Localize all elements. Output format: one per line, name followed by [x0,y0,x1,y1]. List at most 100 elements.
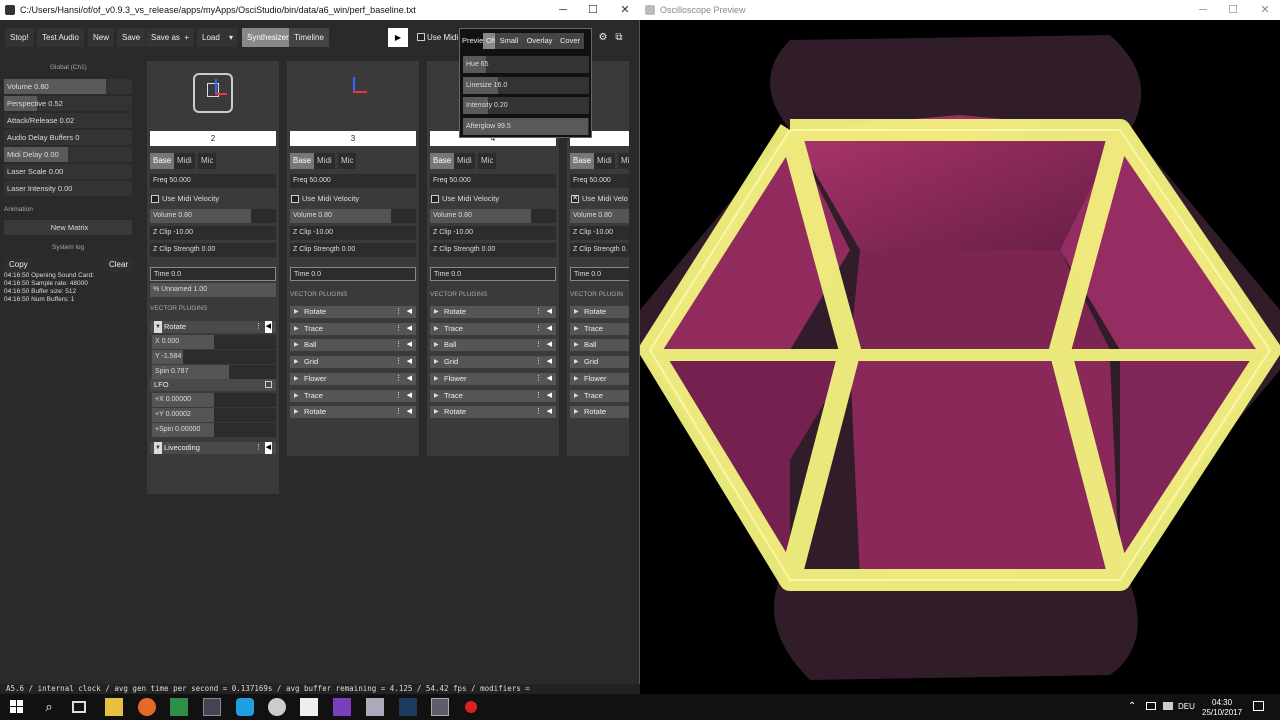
tab-mic[interactable]: Mic [478,153,497,169]
preview-slider[interactable]: Linesize 16.0 [463,76,589,94]
plugin-trace[interactable]: ▶Trace⋮◀ [570,389,629,402]
use-midi-checkbox[interactable] [417,33,425,41]
save-as-button[interactable]: Save as + [146,28,194,47]
volume-slider[interactable]: Volume 0.80 [570,209,629,223]
channel-number[interactable]: 2 [150,131,276,146]
freq-slider[interactable]: Freq 50.000 [570,174,629,188]
zclip-slider[interactable]: Z Clip -10.00 [290,226,416,240]
plugin-ball[interactable]: ▶Ball⋮◀ [430,339,556,352]
menu-dots-icon[interactable]: ⋮ [535,339,542,351]
sidebar-slider[interactable]: Attack/Release 0.02 [4,113,132,128]
collapse-arrow-icon[interactable]: ◀ [547,323,552,335]
menu-dots-icon[interactable]: ⋮ [535,373,542,385]
collapse-arrow-icon[interactable]: ◀ [547,406,552,418]
expand-triangle-icon[interactable]: ▶ [574,390,579,402]
plugin-rotate[interactable]: ▶Rotate⋮◀ [430,306,556,318]
plugin-rotate[interactable]: ▶Rotate⋮◀ [570,406,629,419]
tab-base[interactable]: Base [570,153,595,169]
plugin-flower[interactable]: ▶Flower⋮◀ [570,372,629,385]
steam-icon[interactable] [399,698,417,716]
expand-triangle-icon[interactable]: ▶ [574,306,579,318]
expand-triangle-icon[interactable]: ▼ [154,321,162,333]
sidebar-slider[interactable]: Laser Intensity 0.00 [4,181,132,196]
zclip-slider[interactable]: Z Clip -10.00 [430,226,556,240]
close-button[interactable]: ✕ [610,0,640,20]
tab-midi[interactable]: Midi [454,153,475,169]
tab-mic[interactable]: Mic [338,153,357,169]
minimize-button[interactable]: ─ [548,0,578,20]
expand-triangle-icon[interactable]: ▶ [574,339,579,351]
preview-slider[interactable]: Intensity 0.20 [463,97,589,115]
maximize-button[interactable]: ☐ [578,0,608,20]
plugin-grid[interactable]: ▶Grid⋮◀ [570,356,629,369]
network-icon[interactable] [1146,702,1156,710]
use-midi-velocity-checkbox[interactable] [291,195,299,203]
expand-triangle-icon[interactable]: ▶ [294,356,299,368]
time-slider[interactable]: Time 0.0 [430,267,556,281]
rotate-param-slider[interactable]: Spin 0.787 [152,365,276,379]
plugin-flower[interactable]: ▶Flower⋮◀ [290,372,416,385]
tab-base[interactable]: Base [290,153,315,169]
preview-slider[interactable]: Hue 65 [463,56,589,73]
tab-timeline[interactable]: Timeline [289,28,329,47]
load-button[interactable]: Load ▾ [197,28,237,47]
expand-triangle-icon[interactable]: ▶ [574,406,579,418]
plugin-trace[interactable]: ▶Trace⋮◀ [430,322,556,335]
expand-triangle-icon[interactable]: ▼ [154,442,162,454]
new-button[interactable]: New [88,28,115,47]
notification-icon[interactable] [1253,701,1264,711]
tab-mi[interactable]: Mi [618,153,629,169]
plugin-grid[interactable]: ▶Grid⋮◀ [430,356,556,369]
freq-slider[interactable]: Freq 50.000 [290,174,416,188]
collapse-arrow-icon[interactable]: ◀ [407,306,412,318]
plugin-trace[interactable]: ▶Trace⋮◀ [290,322,416,335]
zclip-strength-slider[interactable]: Z Clip Strength 0. [570,243,629,257]
plugin-ball[interactable]: ▶Ball⋮◀ [570,339,629,352]
preview-title-bar[interactable]: Oscilloscope Preview ─ ☐ ✕ [640,0,1280,20]
menu-dots-icon[interactable]: ⋮ [395,373,402,385]
plugin-trace[interactable]: ▶Trace⋮◀ [430,389,556,402]
menu-dots-icon[interactable]: ⋮ [395,406,402,418]
expand-triangle-icon[interactable]: ▶ [294,323,299,335]
zclip-slider[interactable]: Z Clip -10.00 [570,226,629,240]
excel-icon[interactable] [170,698,188,716]
menu-dots-icon[interactable]: ⋮ [535,323,542,335]
zclip-slider[interactable]: Z Clip -10.00 [150,226,276,240]
menu-dots-icon[interactable]: ⋮ [255,321,262,333]
tab-base[interactable]: Base [150,153,175,169]
menu-dots-icon[interactable]: ⋮ [535,406,542,418]
app-icon-grey[interactable] [268,698,286,716]
sidebar-slider[interactable]: Perspective 0.52 [4,96,132,111]
plugin-rotate[interactable]: ▶Rotate⋮◀ [290,406,416,419]
volume-slider[interactable]: Volume 0.80 [150,209,276,223]
popout-icon[interactable]: ⧉ [612,28,626,47]
plugin-ball[interactable]: ▶Ball⋮◀ [290,339,416,352]
preview-option-overlay[interactable]: Overlay [521,33,558,49]
zclip-strength-slider[interactable]: Z Clip Strength 0.00 [430,243,556,257]
terminal-icon[interactable] [203,698,221,716]
collapse-arrow-icon[interactable]: ◀ [547,373,552,385]
task-view-icon[interactable] [72,701,86,713]
save-button[interactable]: Save [117,28,146,47]
expand-triangle-icon[interactable]: ▶ [574,323,579,335]
lfo-param-slider[interactable]: +Spin 0.00000 [152,423,276,437]
plugin-flower[interactable]: ▶Flower⋮◀ [430,372,556,385]
tab-midi[interactable]: Midi [314,153,335,169]
plugin-trace[interactable]: ▶Trace⋮◀ [570,322,629,335]
clock-date[interactable]: 25/10/2017 [1202,708,1242,717]
collapse-arrow-icon[interactable]: ◀ [547,390,552,402]
rotate-param-slider[interactable]: X 0.000 [152,335,276,349]
menu-dots-icon[interactable]: ⋮ [395,356,402,368]
collapse-arrow-icon[interactable]: ◀ [407,323,412,335]
use-midi-velocity-checkbox[interactable] [151,195,159,203]
time-slider[interactable]: Time 0.0 [290,267,416,281]
sidebar-slider[interactable]: Midi Delay 0.00 [4,147,132,162]
new-matrix-button[interactable]: New Matrix [4,220,132,235]
freq-slider[interactable]: Freq 50.000 [150,174,276,188]
visual-studio-icon[interactable] [333,698,351,716]
expand-triangle-icon[interactable]: ▶ [294,406,299,418]
lfo-checkbox[interactable] [265,381,272,388]
use-midi-velocity-checkbox[interactable] [431,195,439,203]
test-audio-button[interactable]: Test Audio [37,28,84,47]
sidebar-slider[interactable]: Audio Delay Buffers 0 [4,130,132,145]
